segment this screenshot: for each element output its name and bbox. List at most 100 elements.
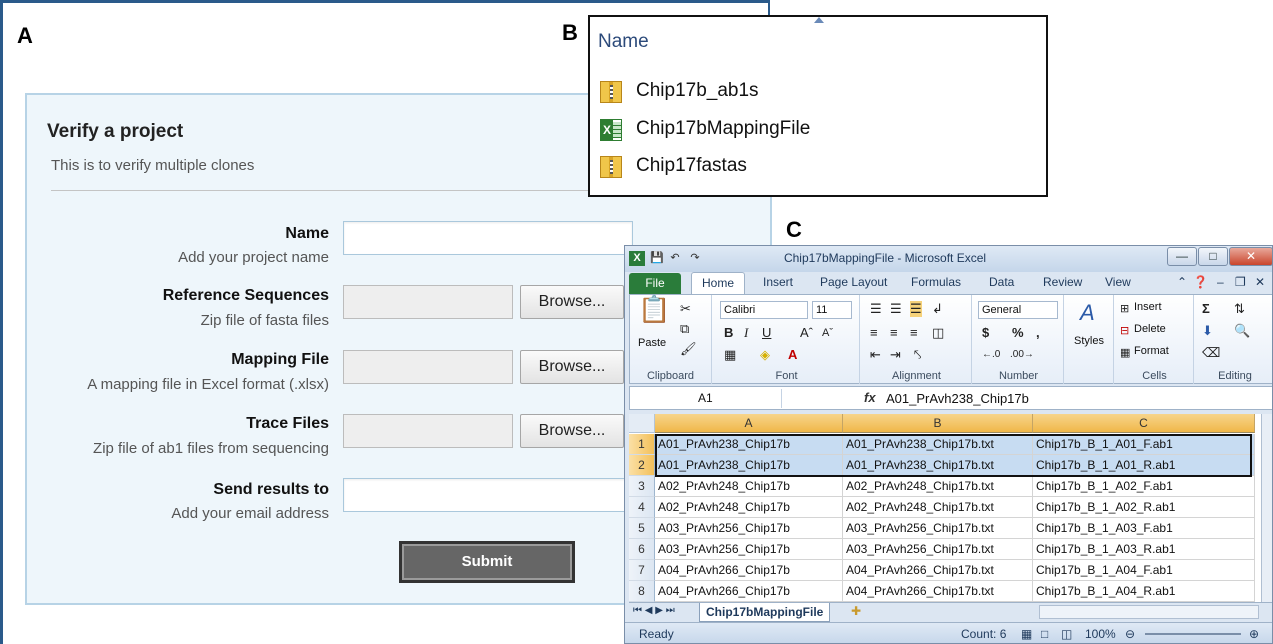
table-cell[interactable]: A02_PrAvh248_Chip17b.txt [843, 476, 1033, 497]
table-cell[interactable]: A03_PrAvh256_Chip17b [655, 539, 843, 560]
table-cell[interactable]: A03_PrAvh256_Chip17b.txt [843, 518, 1033, 539]
paste-label[interactable]: Paste [638, 337, 666, 349]
reference-sequences-browse-button[interactable]: Browse... [520, 285, 624, 319]
table-cell[interactable]: A01_PrAvh238_Chip17b.txt [843, 434, 1033, 455]
bold-icon[interactable]: B [724, 325, 733, 341]
project-name-input[interactable] [343, 221, 633, 255]
name-column-header[interactable]: Name [598, 31, 649, 53]
function-icon[interactable]: fx [864, 390, 876, 405]
align-right-icon[interactable]: ≡ [910, 325, 918, 341]
font-color-icon[interactable]: A [788, 347, 797, 363]
table-cell[interactable]: Chip17b_B_1_A04_R.ab1 [1033, 581, 1255, 602]
decrease-decimal-icon[interactable]: .00→ [1010, 347, 1034, 363]
italic-icon[interactable]: I [744, 325, 748, 341]
table-cell[interactable]: Chip17b_B_1_A01_R.ab1 [1033, 455, 1255, 476]
insert-cells-label[interactable]: Insert [1134, 301, 1162, 313]
row-header[interactable]: 7 [629, 560, 655, 581]
column-header-a[interactable]: A [655, 414, 843, 433]
tab-formulas[interactable]: Formulas [911, 275, 961, 289]
table-cell[interactable]: A01_PrAvh238_Chip17b.txt [843, 455, 1033, 476]
table-cell[interactable]: Chip17b_B_1_A02_F.ab1 [1033, 476, 1255, 497]
tab-view[interactable]: View [1105, 275, 1131, 289]
table-cell[interactable]: Chip17b_B_1_A03_F.ab1 [1033, 518, 1255, 539]
tab-page-layout[interactable]: Page Layout [820, 275, 887, 289]
clear-icon[interactable]: ⌫ [1202, 345, 1220, 361]
close-icon[interactable]: ✕ [1229, 247, 1272, 266]
wrap-text-icon[interactable]: ↲ [932, 301, 943, 317]
column-header-c[interactable]: C [1033, 414, 1255, 433]
row-header[interactable]: 8 [629, 581, 655, 602]
table-cell[interactable]: Chip17b_B_1_A02_R.ab1 [1033, 497, 1255, 518]
tab-data[interactable]: Data [989, 275, 1014, 289]
comma-style-icon[interactable]: , [1036, 325, 1040, 341]
vertical-scrollbar[interactable] [1261, 414, 1272, 602]
increase-decimal-icon[interactable]: ←.0 [982, 347, 1000, 363]
tab-home[interactable]: Home [691, 272, 745, 295]
select-all-corner[interactable] [629, 414, 655, 433]
font-size-select[interactable]: 11 [812, 301, 852, 319]
tab-file[interactable]: File [629, 273, 681, 294]
currency-icon[interactable]: $ [982, 325, 989, 341]
percent-icon[interactable]: % [1012, 325, 1024, 341]
sort-filter-icon[interactable]: ⇅ [1234, 301, 1245, 317]
sheet-nav-icons[interactable]: ⏮ ◀ ▶ ⏭ [633, 605, 675, 616]
row-header[interactable]: 1 [629, 434, 655, 455]
help-icon[interactable]: ❓ [1193, 275, 1208, 289]
align-bottom-icon[interactable]: ☰ [910, 301, 922, 317]
font-name-select[interactable]: Calibri [720, 301, 808, 319]
decrease-indent-icon[interactable]: ⇤ [870, 347, 881, 363]
grow-font-icon[interactable]: Aˆ [800, 325, 813, 341]
submit-button[interactable]: Submit [399, 541, 575, 583]
styles-icon[interactable]: A [1080, 302, 1095, 324]
column-header-b[interactable]: B [843, 414, 1033, 433]
tab-review[interactable]: Review [1043, 275, 1082, 289]
table-cell[interactable]: A04_PrAvh266_Chip17b.txt [843, 581, 1033, 602]
align-middle-icon[interactable]: ☰ [890, 301, 902, 317]
window-minimize-icon[interactable]: – [1217, 275, 1224, 289]
table-cell[interactable]: A01_PrAvh238_Chip17b [655, 455, 843, 476]
row-header[interactable]: 3 [629, 476, 655, 497]
table-cell[interactable]: A03_PrAvh256_Chip17b [655, 518, 843, 539]
table-cell[interactable]: A04_PrAvh266_Chip17b [655, 560, 843, 581]
window-restore-icon[interactable]: ❐ [1235, 275, 1246, 289]
fill-icon[interactable]: ⬇ [1202, 323, 1213, 339]
mapping-file-browse-button[interactable]: Browse... [520, 350, 624, 384]
borders-icon[interactable]: ▦ [724, 347, 736, 363]
number-format-select[interactable]: General [978, 301, 1058, 319]
row-header[interactable]: 2 [629, 455, 655, 476]
view-normal-icon[interactable]: ▦ [1021, 627, 1032, 641]
merge-center-icon[interactable]: ◫ [932, 325, 944, 341]
table-cell[interactable]: A02_PrAvh248_Chip17b [655, 497, 843, 518]
row-header[interactable]: 4 [629, 497, 655, 518]
delete-cells-icon[interactable]: ⊟ [1120, 323, 1129, 339]
zoom-slider[interactable] [1145, 633, 1241, 635]
delete-cells-label[interactable]: Delete [1134, 323, 1166, 335]
table-cell[interactable]: Chip17b_B_1_A04_F.ab1 [1033, 560, 1255, 581]
name-box[interactable]: A1 [632, 389, 782, 408]
align-left-icon[interactable]: ≡ [870, 325, 878, 341]
table-cell[interactable]: A01_PrAvh238_Chip17b [655, 434, 843, 455]
cut-icon[interactable]: ✂ [680, 301, 691, 317]
zoom-level[interactable]: 100% [1085, 627, 1116, 641]
zoom-in-icon[interactable]: ⊕ [1249, 627, 1259, 641]
table-cell[interactable]: A03_PrAvh256_Chip17b.txt [843, 539, 1033, 560]
window-close-icon[interactable]: ✕ [1255, 275, 1265, 289]
orientation-icon[interactable]: ⤣ [914, 347, 921, 363]
trace-files-browse-button[interactable]: Browse... [520, 414, 624, 448]
view-page-break-icon[interactable]: ◫ [1061, 627, 1072, 641]
fill-color-icon[interactable]: ◈ [760, 347, 770, 363]
table-cell[interactable]: Chip17b_B_1_A03_R.ab1 [1033, 539, 1255, 560]
table-cell[interactable]: A04_PrAvh266_Chip17b.txt [843, 560, 1033, 581]
table-cell[interactable]: A02_PrAvh248_Chip17b.txt [843, 497, 1033, 518]
row-header[interactable]: 6 [629, 539, 655, 560]
tab-insert[interactable]: Insert [763, 275, 793, 289]
table-cell[interactable]: A02_PrAvh248_Chip17b [655, 476, 843, 497]
align-top-icon[interactable]: ☰ [870, 301, 882, 317]
minimize-icon[interactable]: — [1167, 247, 1197, 266]
sheet-tab[interactable]: Chip17bMappingFile [699, 603, 831, 622]
underline-icon[interactable]: U [762, 325, 771, 341]
mapping-file-field[interactable] [343, 350, 513, 384]
increase-indent-icon[interactable]: ⇥ [890, 347, 901, 363]
styles-button-label[interactable]: Styles [1074, 335, 1104, 347]
format-cells-label[interactable]: Format [1134, 345, 1169, 357]
